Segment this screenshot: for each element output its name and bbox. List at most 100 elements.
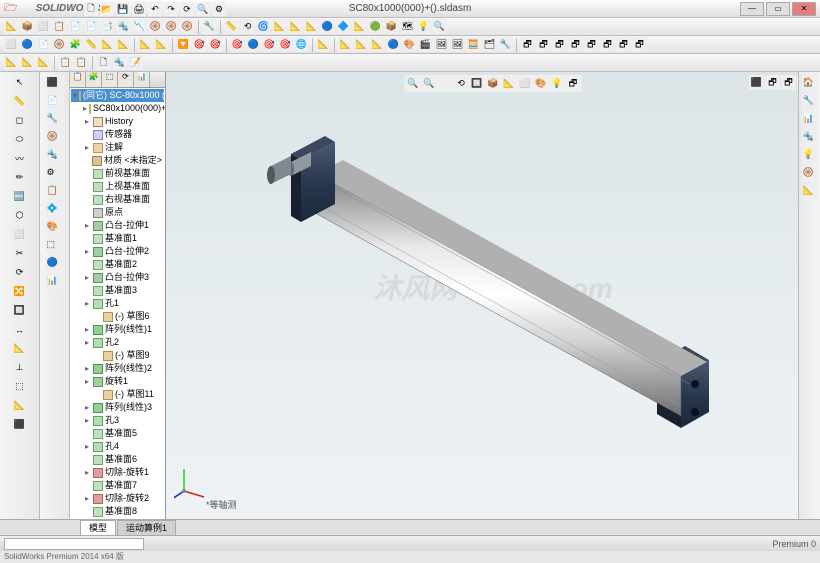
toolbar-button[interactable]: 📋 [58, 55, 73, 70]
tree-row[interactable]: ▸孔2 [71, 336, 164, 349]
tree-expander[interactable]: ▸ [83, 401, 91, 414]
toolbar-button[interactable]: 📄 [68, 19, 83, 34]
toolbar-button[interactable]: 🎯 [278, 37, 293, 52]
toolbar-button[interactable]: 📐 [138, 37, 153, 52]
toolbar-button[interactable]: 🔩 [116, 19, 131, 34]
toolbar-button[interactable]: 🖼 [434, 37, 449, 52]
left-tool[interactable]: ⊥ [12, 360, 27, 375]
view-tool[interactable]: 📦 [486, 76, 501, 91]
tree-expander[interactable]: ▸ [83, 414, 91, 427]
toolbar-button[interactable]: 📄 [36, 37, 51, 52]
toolbar-button[interactable]: 📋 [74, 55, 89, 70]
right-tool[interactable]: 💡 [802, 148, 818, 164]
tree-expander[interactable]: ▾ [73, 89, 77, 102]
tree-expander[interactable]: ▸ [83, 466, 91, 479]
tree-row[interactable]: ▸切除-旋转1 [71, 466, 164, 479]
vtool-button[interactable]: 🎨 [46, 220, 64, 236]
tree-expander[interactable]: ▸ [83, 518, 91, 519]
toolbar-button[interactable]: 🔷 [336, 19, 351, 34]
tree-expander[interactable]: ▸ [83, 297, 91, 310]
tree-row[interactable]: ▸孔4 [71, 440, 164, 453]
vtool-button[interactable]: 📊 [46, 274, 64, 290]
toolbar-button[interactable]: 📐 [304, 19, 319, 34]
qat-button[interactable]: ⟳ [180, 2, 194, 16]
tree-tab[interactable]: ⟳ [118, 72, 134, 87]
tree-tab[interactable]: 📋 [70, 72, 86, 87]
toolbar-button[interactable]: 🗺 [400, 19, 415, 34]
toolbar-button[interactable]: 🛞 [164, 19, 179, 34]
toolbar-button[interactable]: 📉 [132, 19, 147, 34]
tree-row[interactable]: ▸孔3 [71, 414, 164, 427]
toolbar-button[interactable]: 📏 [224, 19, 239, 34]
toolbar-button[interactable]: 📦 [20, 19, 35, 34]
left-tool[interactable]: 🔲 [12, 303, 27, 318]
vtool-button[interactable]: 🛞 [46, 130, 64, 146]
qat-button[interactable]: 🔍 [196, 2, 210, 16]
tree-row[interactable]: ▸凸台-拉伸1 [71, 219, 164, 232]
toolbar-button[interactable]: 📐 [316, 37, 331, 52]
tree-row[interactable]: 基准面6 [71, 453, 164, 466]
qat-button[interactable]: ⚙ [212, 2, 226, 16]
toolbar-button[interactable]: 📦 [384, 19, 399, 34]
toolbar-button[interactable]: 🟢 [368, 19, 383, 34]
tree-row[interactable]: ▸旋转1 [71, 375, 164, 388]
toolbar-button[interactable]: 🌐 [294, 37, 309, 52]
toolbar-button[interactable]: 🖼 [450, 37, 465, 52]
tree-expander[interactable]: ▸ [83, 102, 87, 115]
vtool-button[interactable]: 🔵 [46, 256, 64, 272]
toolbar-button[interactable]: 🎯 [208, 37, 223, 52]
toolbar-button[interactable]: 🛞 [52, 37, 67, 52]
vtool-button[interactable]: 💠 [46, 202, 64, 218]
toolbar-button[interactable]: 📏 [84, 37, 99, 52]
view-tool[interactable]: 🗗 [566, 76, 581, 91]
toolbar-button[interactable]: 📝 [128, 55, 143, 70]
tree-row[interactable]: (-) 草图11 [71, 388, 164, 401]
close-button[interactable]: ✕ [792, 2, 816, 16]
tree-row[interactable]: 材质 <未指定> [71, 154, 164, 167]
left-tool[interactable]: ⬭ [12, 132, 27, 147]
tree-row[interactable]: ▸SC80x1000(000)+() 件 [71, 102, 164, 115]
tree-row[interactable]: 上视基准面 [71, 180, 164, 193]
toolbar-button[interactable]: 📐 [370, 37, 385, 52]
toolbar-button[interactable]: 🗋 [96, 55, 111, 70]
toolbar-button[interactable]: 📑 [100, 19, 115, 34]
toolbar-button[interactable]: 📐 [20, 55, 35, 70]
toolbar-button[interactable]: 📐 [4, 55, 19, 70]
toolbar-button[interactable]: 🔍 [432, 19, 447, 34]
qat-button[interactable]: 📂 [100, 2, 114, 16]
view-tool[interactable]: 🔍 [422, 76, 437, 91]
tree-expander[interactable]: ▸ [83, 323, 91, 336]
tree-row[interactable]: 基准面1 [71, 232, 164, 245]
tree-expander[interactable]: ▸ [83, 219, 91, 232]
right-tool[interactable]: 🛞 [802, 166, 818, 182]
vtool-button[interactable]: 📋 [46, 184, 64, 200]
tree-row[interactable]: ▸切除-旋转2 [71, 492, 164, 505]
vtool-button[interactable]: 📄 [46, 94, 64, 110]
toolbar-button[interactable]: 📐 [288, 19, 303, 34]
left-tool[interactable]: 📐 [12, 341, 27, 356]
toolbar-button[interactable]: 💡 [416, 19, 431, 34]
vtool-button[interactable]: 🔧 [46, 112, 64, 128]
view-tool-r[interactable]: 🗗 [781, 75, 796, 90]
toolbar-button[interactable]: 📐 [116, 37, 131, 52]
view-triad[interactable] [174, 465, 210, 501]
tree-expander[interactable]: ▸ [83, 245, 91, 258]
toolbar-button[interactable]: 🔧 [202, 19, 217, 34]
left-tool[interactable]: 📐 [12, 398, 27, 413]
right-tool[interactable]: 🔧 [802, 94, 818, 110]
toolbar-button[interactable]: 📄 [84, 19, 99, 34]
left-tool[interactable]: 🔤 [12, 189, 27, 204]
tree-expander[interactable]: ▸ [83, 375, 91, 388]
tree-row[interactable]: ▸切除-旋转3 [71, 518, 164, 519]
tree-row[interactable]: (-) 草图9 [71, 349, 164, 362]
toolbar-button[interactable]: ⬜ [36, 19, 51, 34]
toolbar-button[interactable]: 🎨 [402, 37, 417, 52]
tree-expander[interactable]: ▸ [83, 271, 91, 284]
tree-row[interactable]: (-) 草图6 [71, 310, 164, 323]
tree-row[interactable]: ▸凸台-拉伸3 [71, 271, 164, 284]
view-tool[interactable]: ⬜ [518, 76, 533, 91]
tree-row[interactable]: ▾(同它) SC-80x1000 (0) [71, 89, 164, 102]
viewport[interactable]: 🔍🔍🟳⟲🔲📦📐⬜🎨💡🗗 ⬛🗗🗗✕ 🏠🔧📊🔩💡🛞📐 沐风网 mfcad.com [166, 72, 820, 519]
maximize-button[interactable]: ▭ [766, 2, 790, 16]
view-tool-r[interactable]: 🗗 [765, 75, 780, 90]
